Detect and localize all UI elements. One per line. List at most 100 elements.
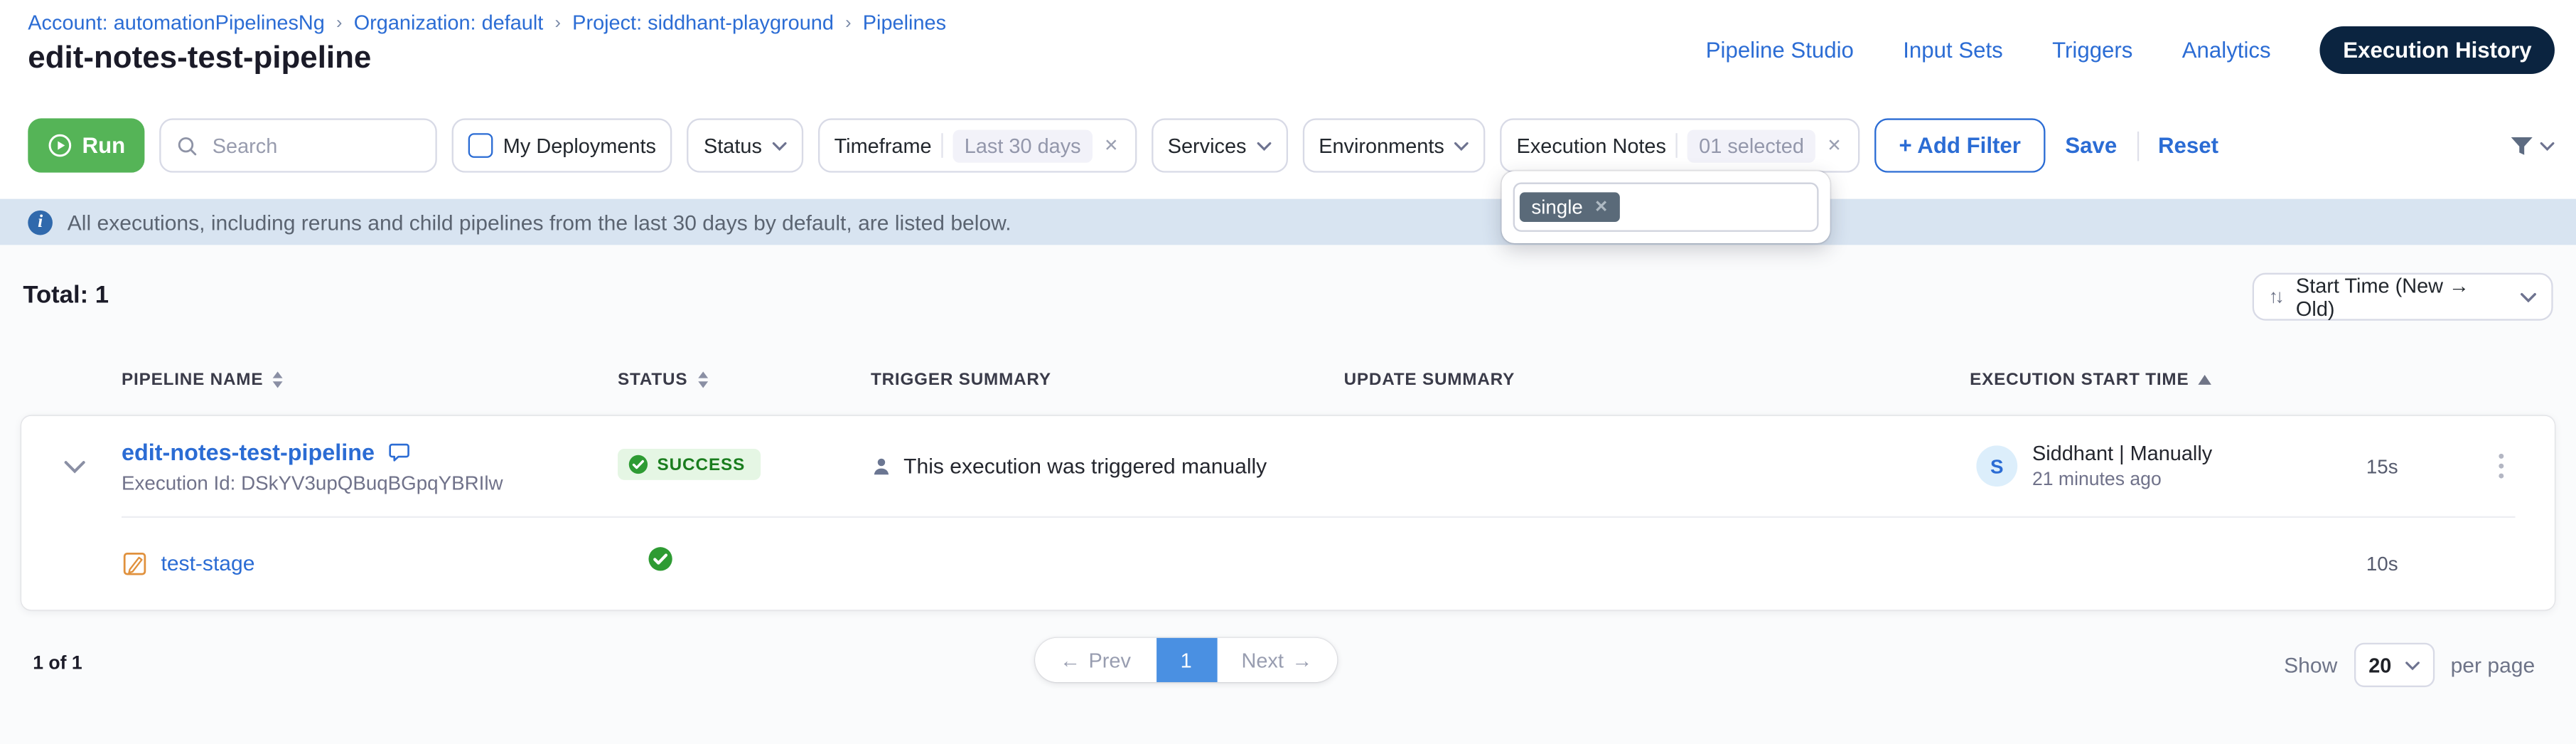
- user-icon: [871, 455, 892, 477]
- notes-comment-icon[interactable]: [387, 440, 410, 462]
- notes-tag-input[interactable]: single ✕: [1513, 183, 1819, 232]
- funnel-icon: [2508, 132, 2535, 159]
- row-menu-button[interactable]: [2494, 447, 2508, 486]
- triggered-by: Siddhant | Manually: [2032, 442, 2212, 465]
- column-pipeline-name[interactable]: PIPELINE NAME: [122, 370, 618, 390]
- execution-history-page: Account: automationPipelinesNg › Organiz…: [0, 0, 2576, 744]
- current-page-button[interactable]: 1: [1156, 638, 1217, 682]
- page-title: edit-notes-test-pipeline: [28, 41, 371, 78]
- total-count: Total: 1: [23, 281, 109, 309]
- breadcrumb: Account: automationPipelinesNg › Organiz…: [28, 11, 946, 34]
- stage-row[interactable]: test-stage 10s: [28, 518, 2555, 608]
- column-execution-start-time[interactable]: EXECUTION START TIME: [1970, 370, 2317, 390]
- stage-duration: 10s: [2317, 551, 2448, 574]
- tab-analytics[interactable]: Analytics: [2182, 38, 2271, 63]
- divider: [941, 133, 943, 158]
- tab-triggers[interactable]: Triggers: [2052, 38, 2132, 63]
- services-filter-label: Services: [1168, 134, 1247, 156]
- sort-ascending-icon: [2199, 375, 2211, 385]
- search-box[interactable]: [160, 118, 438, 172]
- top-nav: Pipeline Studio Input Sets Triggers Anal…: [1706, 26, 2555, 74]
- breadcrumb-project[interactable]: Project: siddhant-playground: [572, 11, 834, 34]
- execution-notes-popover: single ✕: [1502, 171, 1830, 243]
- stage-name-link[interactable]: test-stage: [161, 551, 254, 575]
- execution-card: edit-notes-test-pipeline Execution Id: D…: [21, 416, 2555, 610]
- pagination-range: 1 of 1: [33, 654, 82, 674]
- filter-menu-button[interactable]: [2508, 132, 2555, 159]
- chevron-down-icon: [64, 459, 85, 472]
- clear-timeframe-icon[interactable]: ✕: [1102, 136, 1120, 156]
- sort-label: Start Time (New → Old): [2296, 274, 2508, 320]
- add-filter-button[interactable]: + Add Filter: [1874, 118, 2046, 172]
- breadcrumb-separator: ›: [336, 13, 342, 33]
- avatar[interactable]: S: [1976, 445, 2017, 487]
- run-button[interactable]: Run: [28, 118, 145, 172]
- execution-notes-filter[interactable]: Execution Notes 01 selected ✕ single ✕: [1500, 118, 1859, 172]
- expand-row-button[interactable]: [28, 459, 122, 472]
- column-label: PIPELINE NAME: [122, 370, 263, 390]
- stage-edit-icon: [122, 550, 148, 576]
- pipeline-name-link[interactable]: edit-notes-test-pipeline: [122, 438, 375, 464]
- chevron-down-icon: [2520, 292, 2536, 302]
- timeframe-filter[interactable]: Timeframe Last 30 days ✕: [817, 118, 1136, 172]
- services-filter[interactable]: Services: [1152, 118, 1288, 172]
- status-badge: SUCCESS: [618, 449, 760, 480]
- column-update-summary: UPDATE SUMMARY: [1344, 370, 1970, 390]
- status-filter[interactable]: Status: [687, 118, 803, 172]
- search-icon: [176, 134, 199, 156]
- tab-pipeline-studio[interactable]: Pipeline Studio: [1706, 38, 1854, 63]
- column-label: EXECUTION START TIME: [1970, 370, 2189, 390]
- save-filter-link[interactable]: Save: [2065, 133, 2117, 158]
- success-check-icon: [628, 454, 649, 475]
- chevron-down-icon: [1256, 141, 1271, 151]
- page-size-value: 20: [2368, 654, 2391, 676]
- execution-notes-value: 01 selected: [1687, 129, 1815, 161]
- arrow-right-icon: →: [1292, 649, 1312, 671]
- column-status[interactable]: STATUS: [618, 370, 871, 390]
- execution-id: Execution Id: DSkYV3upQBuqBGpqYBRIlw: [122, 471, 618, 494]
- sort-arrows-icon: [697, 371, 707, 388]
- chevron-down-icon: [2540, 141, 2555, 151]
- my-deployments-label: My Deployments: [503, 134, 656, 156]
- execution-row[interactable]: edit-notes-test-pipeline Execution Id: D…: [28, 416, 2555, 516]
- toolbar: Run My Deployments Status Timeframe Last…: [28, 118, 2555, 172]
- my-deployments-checkbox[interactable]: [468, 133, 493, 158]
- remove-tag-icon[interactable]: ✕: [1594, 198, 1608, 216]
- breadcrumb-separator: ›: [555, 13, 561, 33]
- my-deployments-filter[interactable]: My Deployments: [452, 118, 672, 172]
- trigger-summary-text: This execution was triggered manually: [903, 454, 1267, 479]
- reset-filter-link[interactable]: Reset: [2158, 133, 2218, 158]
- environments-filter-label: Environments: [1319, 134, 1444, 156]
- play-icon: [48, 133, 73, 158]
- divider: [2137, 131, 2138, 161]
- breadcrumb-pipelines[interactable]: Pipelines: [863, 11, 946, 34]
- table-header: PIPELINE NAME STATUS TRIGGER SUMMARY UPD…: [28, 368, 2555, 391]
- next-page-button[interactable]: Next →: [1216, 638, 1337, 682]
- pagination: ← Prev 1 Next →: [1035, 638, 1337, 682]
- search-input[interactable]: [209, 132, 413, 159]
- tab-input-sets[interactable]: Input Sets: [1903, 38, 2003, 63]
- arrow-left-icon: ←: [1060, 649, 1080, 671]
- note-tag[interactable]: single ✕: [1520, 192, 1619, 222]
- clear-execution-notes-icon[interactable]: ✕: [1825, 136, 1843, 156]
- environments-filter[interactable]: Environments: [1302, 118, 1486, 172]
- page-size-select[interactable]: 20: [2354, 643, 2434, 687]
- execution-duration: 15s: [2317, 455, 2448, 477]
- column-label: UPDATE SUMMARY: [1344, 370, 1515, 390]
- prev-label: Prev: [1089, 649, 1131, 671]
- sort-arrows-icon: [273, 371, 283, 388]
- timeframe-label: Timeframe: [834, 134, 932, 156]
- prev-page-button[interactable]: ← Prev: [1035, 638, 1156, 682]
- tab-execution-history[interactable]: Execution History: [2320, 26, 2555, 74]
- info-banner: i All executions, including reruns and c…: [0, 199, 2576, 245]
- divider: [1676, 133, 1678, 158]
- show-label: Show: [2284, 653, 2337, 678]
- status-filter-label: Status: [704, 134, 762, 156]
- breadcrumb-organization[interactable]: Organization: default: [354, 11, 544, 34]
- timeframe-value: Last 30 days: [953, 129, 1093, 161]
- chevron-down-icon: [2405, 660, 2420, 670]
- breadcrumb-account[interactable]: Account: automationPipelinesNg: [28, 11, 325, 34]
- execution-notes-label: Execution Notes: [1517, 134, 1666, 156]
- sort-dropdown[interactable]: ↑↓ Start Time (New → Old): [2253, 273, 2553, 321]
- note-tag-label: single: [1531, 196, 1582, 218]
